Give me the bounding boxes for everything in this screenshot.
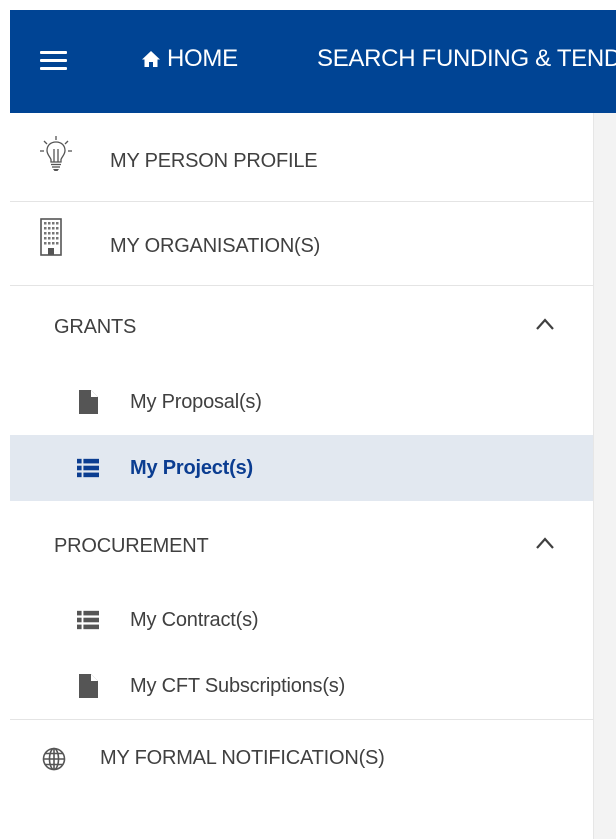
building-icon (40, 218, 62, 256)
chevron-up-icon[interactable] (535, 317, 555, 331)
sidebar-item-my-proposals[interactable]: My Proposal(s) (10, 369, 593, 435)
sidebar-menu: MY PERSON PROFILE MY ORGANISATION(S) GRA… (10, 113, 593, 839)
nav-home-label: HOME (167, 45, 238, 72)
section-header-label: GRANTS (54, 315, 137, 338)
hamburger-menu-icon[interactable] (40, 51, 67, 71)
sidebar-item-organisations[interactable]: MY ORGANISATION(S) (10, 202, 593, 285)
nav-home-link[interactable]: HOME (141, 43, 238, 75)
list-icon (77, 456, 99, 480)
sidebar-item-person-profile[interactable]: MY PERSON PROFILE (10, 113, 593, 201)
section-header-label: PROCUREMENT (54, 534, 209, 557)
document-icon (77, 674, 99, 698)
sidebar-item-my-projects[interactable]: My Project(s) (10, 435, 593, 501)
nav-search-funding-link[interactable]: SEARCH FUNDING & TENDERS (317, 43, 616, 75)
globe-icon (42, 747, 66, 771)
section-header-grants[interactable]: GRANTS (10, 299, 593, 355)
list-icon (77, 608, 99, 632)
top-navigation-bar: HOME SEARCH FUNDING & TENDERS (10, 10, 616, 113)
nav-search-label: SEARCH FUNDING & TENDERS (317, 45, 616, 72)
sidebar-item-label: My Proposal(s) (130, 390, 262, 413)
section-header-procurement[interactable]: PROCUREMENT (10, 518, 593, 574)
sidebar-item-label: My CFT Subscriptions(s) (130, 674, 346, 697)
sidebar-item-formal-notifications[interactable]: MY FORMAL NOTIFICATION(S) (10, 720, 593, 796)
sidebar-item-label: MY FORMAL NOTIFICATION(S) (100, 747, 385, 769)
sidebar-item-my-cft-subscriptions[interactable]: My CFT Subscriptions(s) (10, 653, 593, 719)
sidebar-item-label: MY PERSON PROFILE (110, 150, 318, 172)
content-panel-edge (593, 113, 616, 839)
sidebar-item-label: My Contract(s) (130, 608, 259, 631)
sidebar-item-label: My Project(s) (130, 456, 253, 479)
sidebar-item-my-contracts[interactable]: My Contract(s) (10, 587, 593, 653)
chevron-up-icon[interactable] (535, 536, 555, 550)
lightbulb-icon (40, 136, 72, 171)
document-icon (77, 390, 99, 414)
home-icon (142, 51, 160, 67)
sidebar-item-label: MY ORGANISATION(S) (110, 235, 321, 257)
divider (10, 285, 593, 286)
